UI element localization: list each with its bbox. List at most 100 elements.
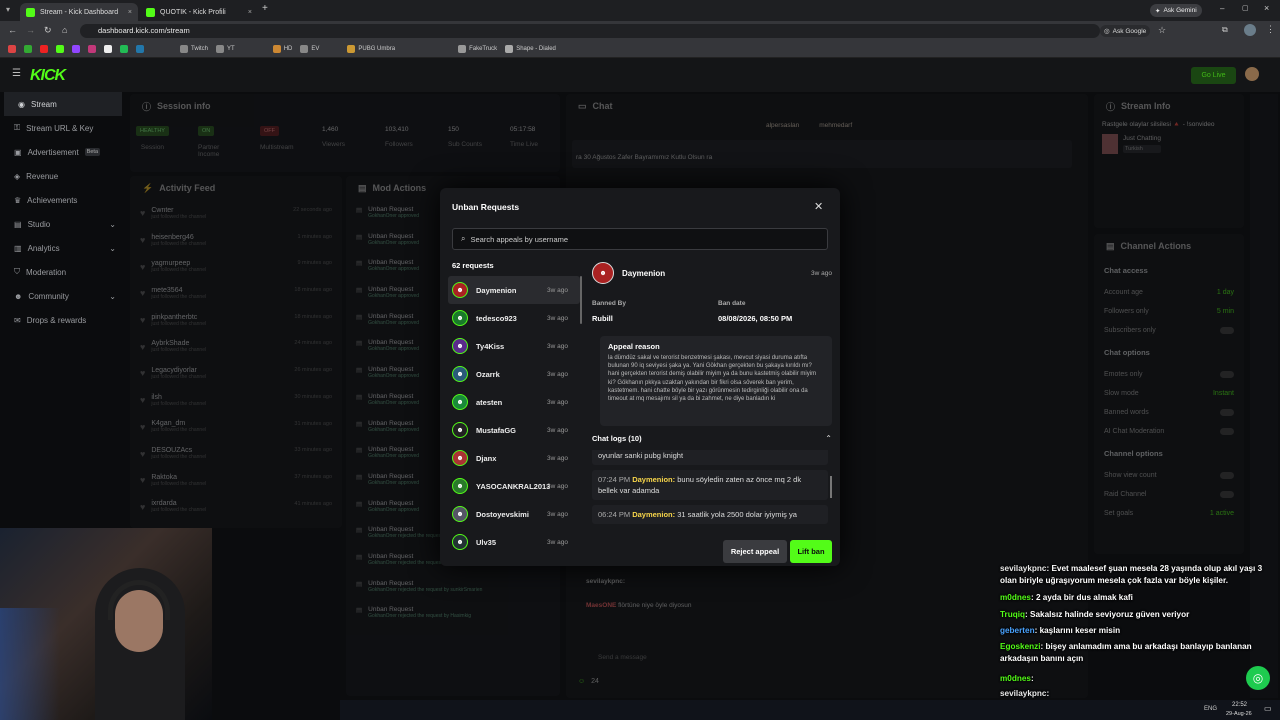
- setting-row[interactable]: Slow mode Instant: [1094, 384, 1244, 403]
- profile-avatar[interactable]: [1244, 24, 1256, 36]
- sidebar-item-stream-url[interactable]: ⚿ Stream URL & Key: [0, 116, 126, 140]
- toggle-switch[interactable]: [1220, 472, 1234, 479]
- language-indicator[interactable]: ENG: [1204, 706, 1217, 712]
- window-close-icon[interactable]: ×: [1264, 3, 1269, 13]
- reject-appeal-button[interactable]: Reject appeal: [723, 540, 787, 563]
- list-scrollbar[interactable]: [580, 276, 582, 324]
- appeal-user-row[interactable]: ☻ Ozarrk 3w ago: [448, 360, 580, 388]
- new-tab-icon[interactable]: +: [262, 3, 268, 14]
- logs-scrollbar[interactable]: [830, 476, 832, 498]
- search-input[interactable]: ⌕ Search appeals by username: [452, 228, 828, 250]
- x-icon[interactable]: [104, 45, 112, 53]
- maximize-icon[interactable]: ▢: [1242, 4, 1249, 12]
- appeal-user-row[interactable]: ☻ YASOCANKRAL2013 3w ago: [448, 472, 580, 500]
- close-icon[interactable]: ×: [128, 9, 132, 16]
- feed-username[interactable]: Legacydiyorlar: [151, 367, 197, 374]
- kick-logo[interactable]: KICK: [30, 67, 66, 85]
- appeal-user-row[interactable]: ☻ Ty4Kiss 3w ago: [448, 332, 580, 360]
- maps-icon[interactable]: [24, 45, 32, 53]
- bookmark-faketruck[interactable]: FakeTruck: [458, 45, 497, 53]
- hamburger-menu-icon[interactable]: ☰: [12, 68, 21, 79]
- notification-icon[interactable]: ▭: [1264, 704, 1272, 713]
- instagram-icon[interactable]: [88, 45, 96, 53]
- sidebar-item-achievements[interactable]: ♛ Achievements: [0, 188, 126, 212]
- chat-username[interactable]: MaesONE: [586, 602, 616, 609]
- tab-kick-dashboard[interactable]: Stream - Kick Dashboard ×: [20, 3, 138, 21]
- youtube-icon[interactable]: [40, 45, 48, 53]
- appeal-user-row[interactable]: ☻ Ulv35 3w ago: [448, 528, 580, 556]
- appeal-user-row[interactable]: ☻ Dostoyevskimi 3w ago: [448, 500, 580, 528]
- kick-icon[interactable]: [56, 45, 64, 53]
- pinned-user[interactable]: mehmedarf: [819, 122, 852, 129]
- bookmark-star-icon[interactable]: ☆: [1158, 25, 1166, 36]
- back-icon[interactable]: ←: [8, 25, 17, 35]
- close-icon[interactable]: ✕: [814, 200, 823, 213]
- appeal-user-row[interactable]: ☻ atesten 3w ago: [448, 388, 580, 416]
- setting-row[interactable]: Account age 1 day: [1094, 283, 1244, 302]
- setting-row[interactable]: Set goals 1 active: [1094, 504, 1244, 523]
- bookmark-yt[interactable]: YT: [216, 45, 235, 53]
- appeal-user-row[interactable]: ☻ Daymenion 3w ago: [448, 276, 580, 304]
- minimize-icon[interactable]: –: [1220, 4, 1224, 13]
- close-icon[interactable]: ×: [248, 9, 252, 16]
- browser-menu-icon[interactable]: ⋮: [1266, 24, 1275, 35]
- setting-row[interactable]: Raid Channel: [1094, 485, 1244, 504]
- feed-username[interactable]: yagmurpeep: [151, 260, 190, 267]
- feed-username[interactable]: K4gan_dm: [151, 420, 185, 427]
- sidebar-item-analytics[interactable]: ▥ Analytics ⌄: [0, 236, 126, 260]
- chat-username[interactable]: sevilaykpnc:: [586, 578, 625, 585]
- chat-logs-header[interactable]: Chat logs (10) ⌃: [592, 434, 832, 443]
- chat-input[interactable]: Send a message: [578, 650, 1068, 666]
- setting-row[interactable]: Show view count: [1094, 466, 1244, 485]
- sidebar-item-moderation[interactable]: ⛉ Moderation: [0, 260, 126, 284]
- linkedin-icon[interactable]: [136, 45, 144, 53]
- gmail-icon[interactable]: [8, 45, 16, 53]
- sidebar-item-advertisement[interactable]: ▣ Advertisement Beta: [0, 140, 126, 164]
- feed-username[interactable]: Cwnter: [151, 207, 173, 214]
- lift-ban-button[interactable]: Lift ban: [790, 540, 832, 563]
- setting-row[interactable]: Subscribers only: [1094, 321, 1244, 340]
- sidebar-item-drops[interactable]: ✉ Drops & rewards: [0, 308, 126, 332]
- bookmark-shape[interactable]: Shape - Dialed: [505, 45, 556, 53]
- go-live-button[interactable]: Go Live: [1191, 67, 1236, 84]
- url-input[interactable]: dashboard.kick.com/stream: [80, 24, 1100, 38]
- avatar[interactable]: [1245, 67, 1259, 81]
- setting-row[interactable]: Followers only 5 min: [1094, 302, 1244, 321]
- sidebar-item-community[interactable]: ☻ Community ⌄: [0, 284, 126, 308]
- appeal-user-row[interactable]: ☻ MustafaGG 3w ago: [448, 416, 580, 444]
- appeal-user-row[interactable]: ☻ tedesco923 3w ago: [448, 304, 580, 332]
- sidebar-item-revenue[interactable]: ◈ Revenue: [0, 164, 126, 188]
- toggle-switch[interactable]: [1220, 371, 1234, 378]
- setting-row[interactable]: AI Chat Moderation: [1094, 422, 1244, 441]
- tab-quotik[interactable]: QUOTIK - Kick Profili ×: [140, 3, 258, 21]
- twitch-bookmark-icon[interactable]: [72, 45, 80, 53]
- chat-widget-icon[interactable]: ◎: [1246, 666, 1270, 690]
- toggle-switch[interactable]: [1220, 428, 1234, 435]
- appeal-user-row[interactable]: ☻ Djanx 3w ago: [448, 444, 580, 472]
- feed-username[interactable]: mete3564: [151, 287, 182, 294]
- bookmark-ev[interactable]: EV: [300, 45, 319, 53]
- feed-username[interactable]: AybrkShade: [151, 340, 189, 347]
- forward-icon[interactable]: →: [26, 25, 35, 35]
- extensions-icon[interactable]: ⧉: [1222, 25, 1228, 35]
- ask-google-button[interactable]: ◎ Ask Google: [1100, 25, 1151, 37]
- bookmark-pubg[interactable]: PUBG Umbra: [347, 45, 395, 53]
- toggle-switch[interactable]: [1220, 327, 1234, 334]
- toggle-switch[interactable]: [1220, 409, 1234, 416]
- whatsapp-icon[interactable]: [120, 45, 128, 53]
- ask-gemini-button[interactable]: ✦ Ask Gemini: [1150, 4, 1202, 17]
- feed-username[interactable]: Raktoka: [151, 474, 177, 481]
- reload-icon[interactable]: ↻: [44, 25, 52, 36]
- setting-row[interactable]: Banned words: [1094, 403, 1244, 422]
- feed-username[interactable]: ilsh: [151, 394, 162, 401]
- tab-menu-icon[interactable]: ▾: [6, 5, 10, 14]
- toggle-switch[interactable]: [1220, 491, 1234, 498]
- bookmark-hd[interactable]: HD: [272, 45, 292, 53]
- sidebar-item-stream[interactable]: ◉ Stream: [4, 92, 122, 116]
- pinned-user[interactable]: alpersaslan: [766, 122, 799, 129]
- feed-username[interactable]: DESOUZAcs: [151, 447, 192, 454]
- home-icon[interactable]: ⌂: [62, 25, 67, 35]
- detail-username[interactable]: Daymenion: [622, 269, 665, 278]
- feed-username[interactable]: pinkpantherbtc: [151, 314, 197, 321]
- sidebar-item-studio[interactable]: ▤ Studio ⌄: [0, 212, 126, 236]
